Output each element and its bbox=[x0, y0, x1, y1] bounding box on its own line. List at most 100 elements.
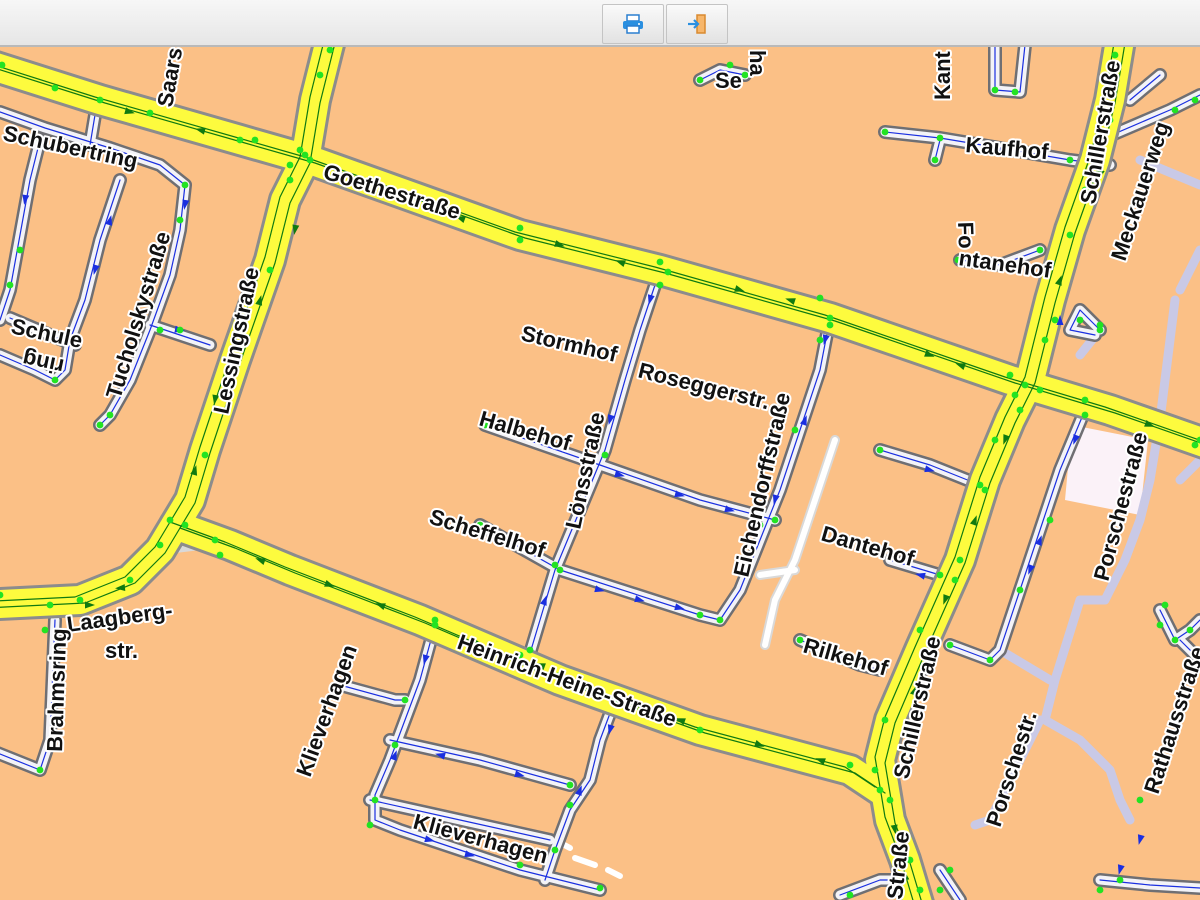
network-node bbox=[1006, 371, 1014, 379]
network-node bbox=[1051, 316, 1059, 324]
network-node bbox=[876, 786, 884, 794]
network-node bbox=[936, 571, 944, 579]
network-node bbox=[1016, 586, 1024, 594]
network-node bbox=[1136, 796, 1144, 804]
network-node bbox=[826, 314, 834, 322]
network-node bbox=[1111, 51, 1119, 59]
network-node bbox=[296, 146, 304, 154]
exit-button[interactable] bbox=[666, 4, 728, 44]
exit-icon bbox=[688, 14, 706, 34]
network-node bbox=[916, 886, 924, 894]
network-node bbox=[986, 656, 994, 664]
network-node bbox=[1191, 441, 1199, 449]
network-node bbox=[936, 886, 944, 894]
label-se: Se bbox=[715, 68, 742, 93]
network-node bbox=[1096, 886, 1104, 894]
network-node bbox=[51, 84, 59, 92]
network-node bbox=[1081, 411, 1089, 419]
network-node bbox=[951, 576, 959, 584]
network-node bbox=[1156, 621, 1164, 629]
network-node bbox=[876, 446, 884, 454]
network-node bbox=[1186, 626, 1194, 634]
network-node bbox=[1171, 106, 1179, 114]
label-laagbergstrasse-b: str. bbox=[105, 638, 138, 663]
label-ha: ha bbox=[745, 50, 770, 76]
network-node bbox=[1021, 381, 1029, 389]
network-node bbox=[1116, 876, 1124, 884]
network-node bbox=[946, 866, 954, 874]
street-map: Saars Schubertring Goethestraße Tucholsk… bbox=[0, 47, 1200, 900]
network-node bbox=[431, 621, 439, 629]
network-node bbox=[991, 86, 999, 94]
network-node bbox=[981, 486, 989, 494]
network-node bbox=[1041, 336, 1049, 344]
network-node bbox=[401, 696, 409, 704]
network-node bbox=[76, 596, 84, 604]
network-node bbox=[886, 796, 894, 804]
network-node bbox=[156, 541, 164, 549]
network-node bbox=[696, 726, 704, 734]
network-node bbox=[1036, 246, 1044, 254]
network-node bbox=[516, 224, 524, 232]
network-node bbox=[211, 536, 219, 544]
network-node bbox=[16, 246, 24, 254]
network-node bbox=[216, 551, 224, 559]
network-node bbox=[796, 636, 804, 644]
network-node bbox=[566, 781, 574, 789]
network-node bbox=[1066, 156, 1074, 164]
network-node bbox=[936, 134, 944, 142]
network-node bbox=[6, 281, 14, 289]
network-node bbox=[771, 516, 779, 524]
network-node bbox=[1191, 96, 1199, 104]
network-node bbox=[146, 109, 154, 117]
network-node bbox=[96, 96, 104, 104]
network-node bbox=[881, 716, 889, 724]
network-node bbox=[1011, 391, 1019, 399]
network-node bbox=[991, 436, 999, 444]
network-node bbox=[516, 236, 524, 244]
network-node bbox=[716, 616, 724, 624]
network-node bbox=[931, 156, 939, 164]
network-node bbox=[881, 128, 889, 136]
network-node bbox=[601, 451, 609, 459]
network-node bbox=[816, 336, 824, 344]
network-node bbox=[316, 71, 324, 79]
network-node bbox=[106, 411, 114, 419]
network-node bbox=[46, 601, 54, 609]
network-node bbox=[696, 76, 704, 84]
network-node bbox=[656, 258, 664, 266]
network-node bbox=[126, 576, 134, 584]
map-view[interactable]: Saars Schubertring Goethestraße Tucholsk… bbox=[0, 47, 1200, 900]
network-node bbox=[366, 821, 374, 829]
network-node bbox=[871, 766, 879, 774]
network-node bbox=[1046, 516, 1054, 524]
label-brahmsring: Brahmsring bbox=[42, 628, 71, 752]
network-node bbox=[1016, 406, 1024, 414]
network-node bbox=[286, 176, 294, 184]
label-kant: Kant bbox=[930, 50, 955, 100]
network-node bbox=[976, 481, 984, 489]
toolbar bbox=[0, 0, 1200, 47]
network-node bbox=[1076, 316, 1084, 324]
network-node bbox=[566, 801, 574, 809]
network-node bbox=[664, 268, 672, 276]
print-button[interactable] bbox=[602, 4, 664, 44]
network-node bbox=[956, 556, 964, 564]
network-node bbox=[391, 741, 399, 749]
network-node bbox=[596, 884, 604, 892]
network-node bbox=[1096, 321, 1104, 329]
network-node bbox=[556, 566, 564, 574]
printer-icon bbox=[623, 14, 643, 34]
network-node bbox=[1161, 601, 1169, 609]
network-node bbox=[236, 136, 244, 144]
network-node bbox=[826, 321, 834, 329]
network-node bbox=[846, 891, 854, 899]
network-node bbox=[816, 294, 824, 302]
network-node bbox=[286, 161, 294, 169]
network-node bbox=[156, 326, 164, 334]
network-node bbox=[371, 796, 379, 804]
network-node bbox=[791, 426, 799, 434]
network-node bbox=[551, 846, 559, 854]
network-node bbox=[266, 266, 274, 274]
network-node bbox=[1081, 396, 1089, 404]
